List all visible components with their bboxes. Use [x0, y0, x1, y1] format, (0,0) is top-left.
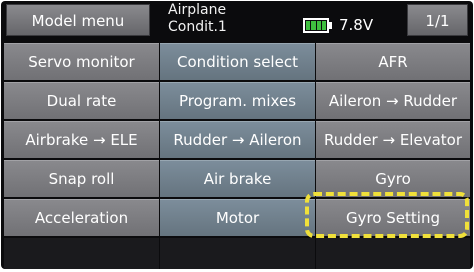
transmitter-screen: Model menu Airplane Condit.1 7.8V 1/1 Se… [1, 1, 473, 269]
header-bar: Model menu Airplane Condit.1 7.8V 1/1 [1, 1, 473, 41]
model-info: Airplane Condit.1 [168, 2, 227, 36]
menu-aileron-rudder[interactable]: Aileron → Rudder [316, 82, 470, 119]
menu-airbrake-ele[interactable]: Airbrake → ELE [4, 121, 159, 158]
menu-condition-select[interactable]: Condition select [160, 43, 315, 80]
condition-name: Condit.1 [168, 19, 227, 35]
model-type: Airplane [168, 2, 227, 18]
menu-rudder-aileron[interactable]: Rudder → Aileron [160, 121, 315, 158]
empty-slot [4, 238, 159, 269]
menu-servo-monitor[interactable]: Servo monitor [4, 43, 159, 80]
gyro-setting-highlight [305, 192, 469, 238]
menu-program-mixes[interactable]: Program. mixes [160, 82, 315, 119]
page-indicator-button[interactable]: 1/1 [407, 4, 468, 36]
menu-rudder-elevator[interactable]: Rudder → Elevator [316, 121, 470, 158]
battery-voltage: 7.8V [339, 16, 374, 34]
menu-snap-roll[interactable]: Snap roll [4, 160, 159, 197]
empty-slot [316, 238, 470, 269]
menu-dual-rate[interactable]: Dual rate [4, 82, 159, 119]
model-menu-button[interactable]: Model menu [6, 4, 150, 36]
battery-icon [303, 18, 333, 33]
menu-acceleration[interactable]: Acceleration [4, 199, 159, 236]
menu-air-brake[interactable]: Air brake [160, 160, 315, 197]
menu-afr[interactable]: AFR [316, 43, 470, 80]
menu-motor[interactable]: Motor [160, 199, 315, 236]
empty-slot [160, 238, 315, 269]
